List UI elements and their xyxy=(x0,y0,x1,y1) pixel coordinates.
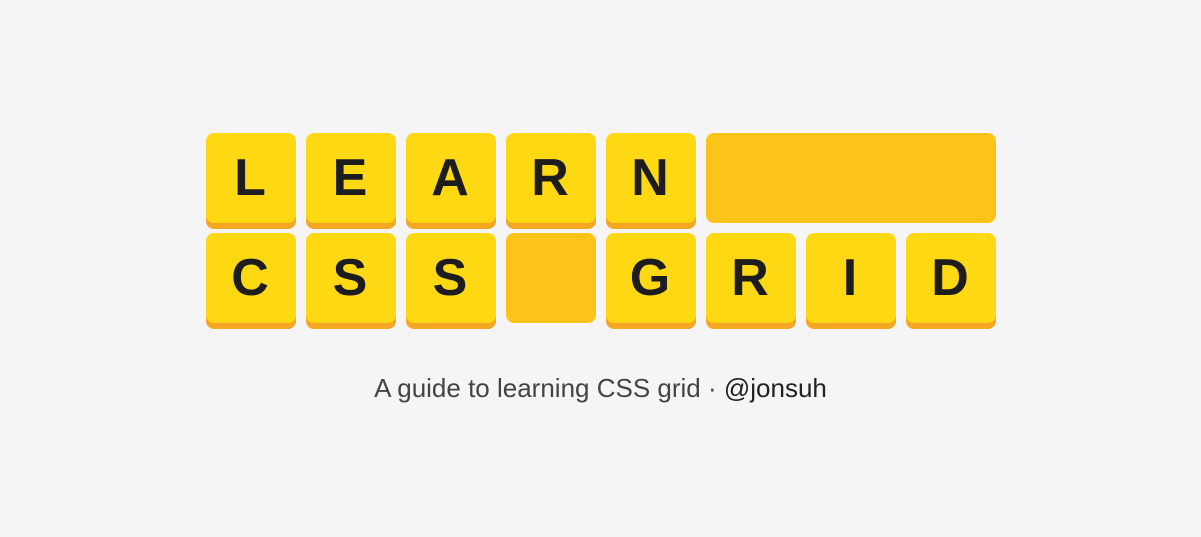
tile-letter: R xyxy=(706,233,796,323)
subtitle-text: A guide to learning CSS grid xyxy=(374,373,701,403)
tile-empty xyxy=(506,233,596,323)
tile-letter: S xyxy=(406,233,496,323)
tile-letter: I xyxy=(806,233,896,323)
author-link[interactable]: @jonsuh xyxy=(724,373,827,403)
hero: L E A R N C S S G R I D A guide to learn… xyxy=(206,133,996,404)
subtitle: A guide to learning CSS grid · @jonsuh xyxy=(374,373,827,404)
tile-letter: D xyxy=(906,233,996,323)
tile-letter: S xyxy=(306,233,396,323)
tile-letter: G xyxy=(606,233,696,323)
tile-letter: L xyxy=(206,133,296,223)
tile-empty-wide xyxy=(706,133,996,223)
tile-letter: E xyxy=(306,133,396,223)
title-grid: L E A R N C S S G R I D xyxy=(206,133,996,323)
tile-letter: N xyxy=(606,133,696,223)
tile-letter: C xyxy=(206,233,296,323)
tile-letter: R xyxy=(506,133,596,223)
subtitle-separator: · xyxy=(701,373,724,403)
tile-letter: A xyxy=(406,133,496,223)
